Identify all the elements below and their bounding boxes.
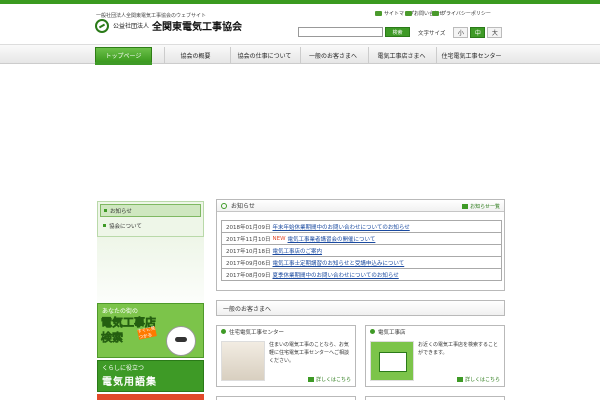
util-link-privacy[interactable]: プライバシーポリシー (432, 10, 491, 17)
nav-item-housing-center[interactable]: 住宅電気工事センター (436, 47, 506, 63)
nav-item-home[interactable]: トップページ (95, 47, 152, 63)
org-type-label: 公益社団法人 (113, 23, 150, 30)
main-content: お知らせ お知らせ一覧 2018年01月09日 年末年始休業期間中のお問い合わせ… (216, 199, 505, 395)
font-size-large-button[interactable]: 大 (487, 27, 503, 38)
site-header: 一般社団法人全関東電気工事協会のウェブサイト 公益社団法人 全関東電気工事協会 … (0, 4, 600, 44)
list-item[interactable]: 2018年01月09日 年末年始休業期間中のお問い合わせについてのお知らせ (221, 221, 502, 233)
card-more-link[interactable]: 詳しくはこちら (307, 376, 351, 383)
card-text: 住まいの電気工事のことなら、お気軽に住宅電気工事センターへご相談ください。 (269, 342, 350, 364)
new-badge: NEW (272, 235, 286, 242)
card-title: 電気工事店 (378, 329, 406, 336)
banner-glossary[interactable]: くらしに役立つ 電気用語集 (97, 360, 204, 392)
font-size-label: 文字サイズ (418, 30, 446, 37)
site-search: 検索 (298, 27, 410, 37)
bullet-icon (103, 224, 106, 227)
search-button[interactable]: 検索 (385, 27, 410, 37)
mail-icon (405, 11, 412, 16)
guide-section-title: 一般のお客さまへ (216, 300, 505, 316)
arrow-right-icon (307, 377, 314, 382)
banner-partial[interactable] (97, 394, 204, 400)
hero-banner-area (0, 65, 600, 195)
card-partial (216, 396, 356, 400)
card-title: 住宅電気工事センター (229, 329, 285, 336)
bulb-icon (221, 202, 227, 209)
mascot-icon (166, 326, 196, 356)
font-size-switcher: 文字サイズ 小 中 大 (418, 27, 503, 38)
guide-cards: 住宅電気工事センター 住まいの電気工事のことなら、お気軽に住宅電気工事センターへ… (216, 325, 505, 395)
arrow-right-icon (456, 377, 463, 382)
sidebar-item-about[interactable]: 協会について (100, 219, 201, 232)
sticker-badge: すぐに見つかる (137, 326, 157, 341)
arrow-right-icon (462, 204, 469, 209)
room-photo (221, 341, 265, 381)
search-input[interactable] (298, 27, 383, 37)
banner-contractor-search[interactable]: あなたの街の 電気工事店 検索 すぐに見つかる (97, 303, 204, 358)
card-more-link[interactable]: 詳しくはこちら (456, 376, 500, 383)
logo-emblem-icon (95, 18, 109, 33)
card-text: お近くの電気工事店を検索することができます。 (418, 342, 499, 356)
nav-item-contractors[interactable]: 電気工事店さまへ (368, 47, 434, 63)
list-item[interactable]: 2017年08月09日 夏季休業期間中のお問い合わせについてのお知らせ (221, 269, 502, 281)
contractor-search-image (370, 341, 414, 381)
news-title: お知らせ (231, 203, 255, 210)
list-item[interactable]: 2017年09月06日 電気工事士定期講習のお知らせと受講申込みについて (221, 257, 502, 269)
card-partial (365, 396, 505, 400)
news-list: 2018年01月09日 年末年始休業期間中のお問い合わせについてのお知らせ 20… (221, 220, 502, 281)
sitemap-icon (375, 11, 382, 16)
news-panel: お知らせ お知らせ一覧 2018年01月09日 年末年始休業期間中のお問い合わせ… (216, 199, 505, 291)
font-size-medium-button[interactable]: 中 (470, 27, 486, 38)
global-nav: トップページ 協会の概要 協会の仕事について 一般のお客さまへ 電気工事店さまへ… (0, 44, 600, 65)
list-item[interactable]: 2017年10月18日 電気工事店のご案内 (221, 245, 502, 257)
org-name: 全関東電気工事協会 (152, 22, 243, 33)
news-header: お知らせ (217, 200, 504, 212)
news-more-link[interactable]: お知らせ一覧 (462, 203, 500, 210)
nav-item-work[interactable]: 協会の仕事について (230, 47, 298, 63)
nav-item-about[interactable]: 協会の概要 (164, 47, 226, 63)
bullet-icon (104, 209, 107, 212)
nav-item-customers[interactable]: 一般のお客さまへ (300, 47, 365, 63)
card-housing-center[interactable]: 住宅電気工事センター 住まいの電気工事のことなら、お気軽に住宅電気工事センターへ… (216, 325, 356, 387)
bullet-icon (370, 329, 375, 334)
next-cards-row (216, 396, 505, 400)
sidebar-menu: お知らせ 協会について (97, 201, 204, 237)
lock-icon (432, 11, 439, 16)
font-size-small-button[interactable]: 小 (453, 27, 469, 38)
site-logo[interactable]: 公益社団法人 全関東電気工事協会 (95, 18, 242, 33)
bullet-icon (221, 329, 226, 334)
list-item[interactable]: 2017年11月10日 NEW 電気工事業者講習会の開催について (221, 233, 502, 245)
card-contractor[interactable]: 電気工事店 お近くの電気工事店を検索することができます。 詳しくはこちら (365, 325, 505, 387)
sidebar: お知らせ 協会について (97, 201, 204, 317)
sidebar-item-news[interactable]: お知らせ (100, 204, 201, 217)
